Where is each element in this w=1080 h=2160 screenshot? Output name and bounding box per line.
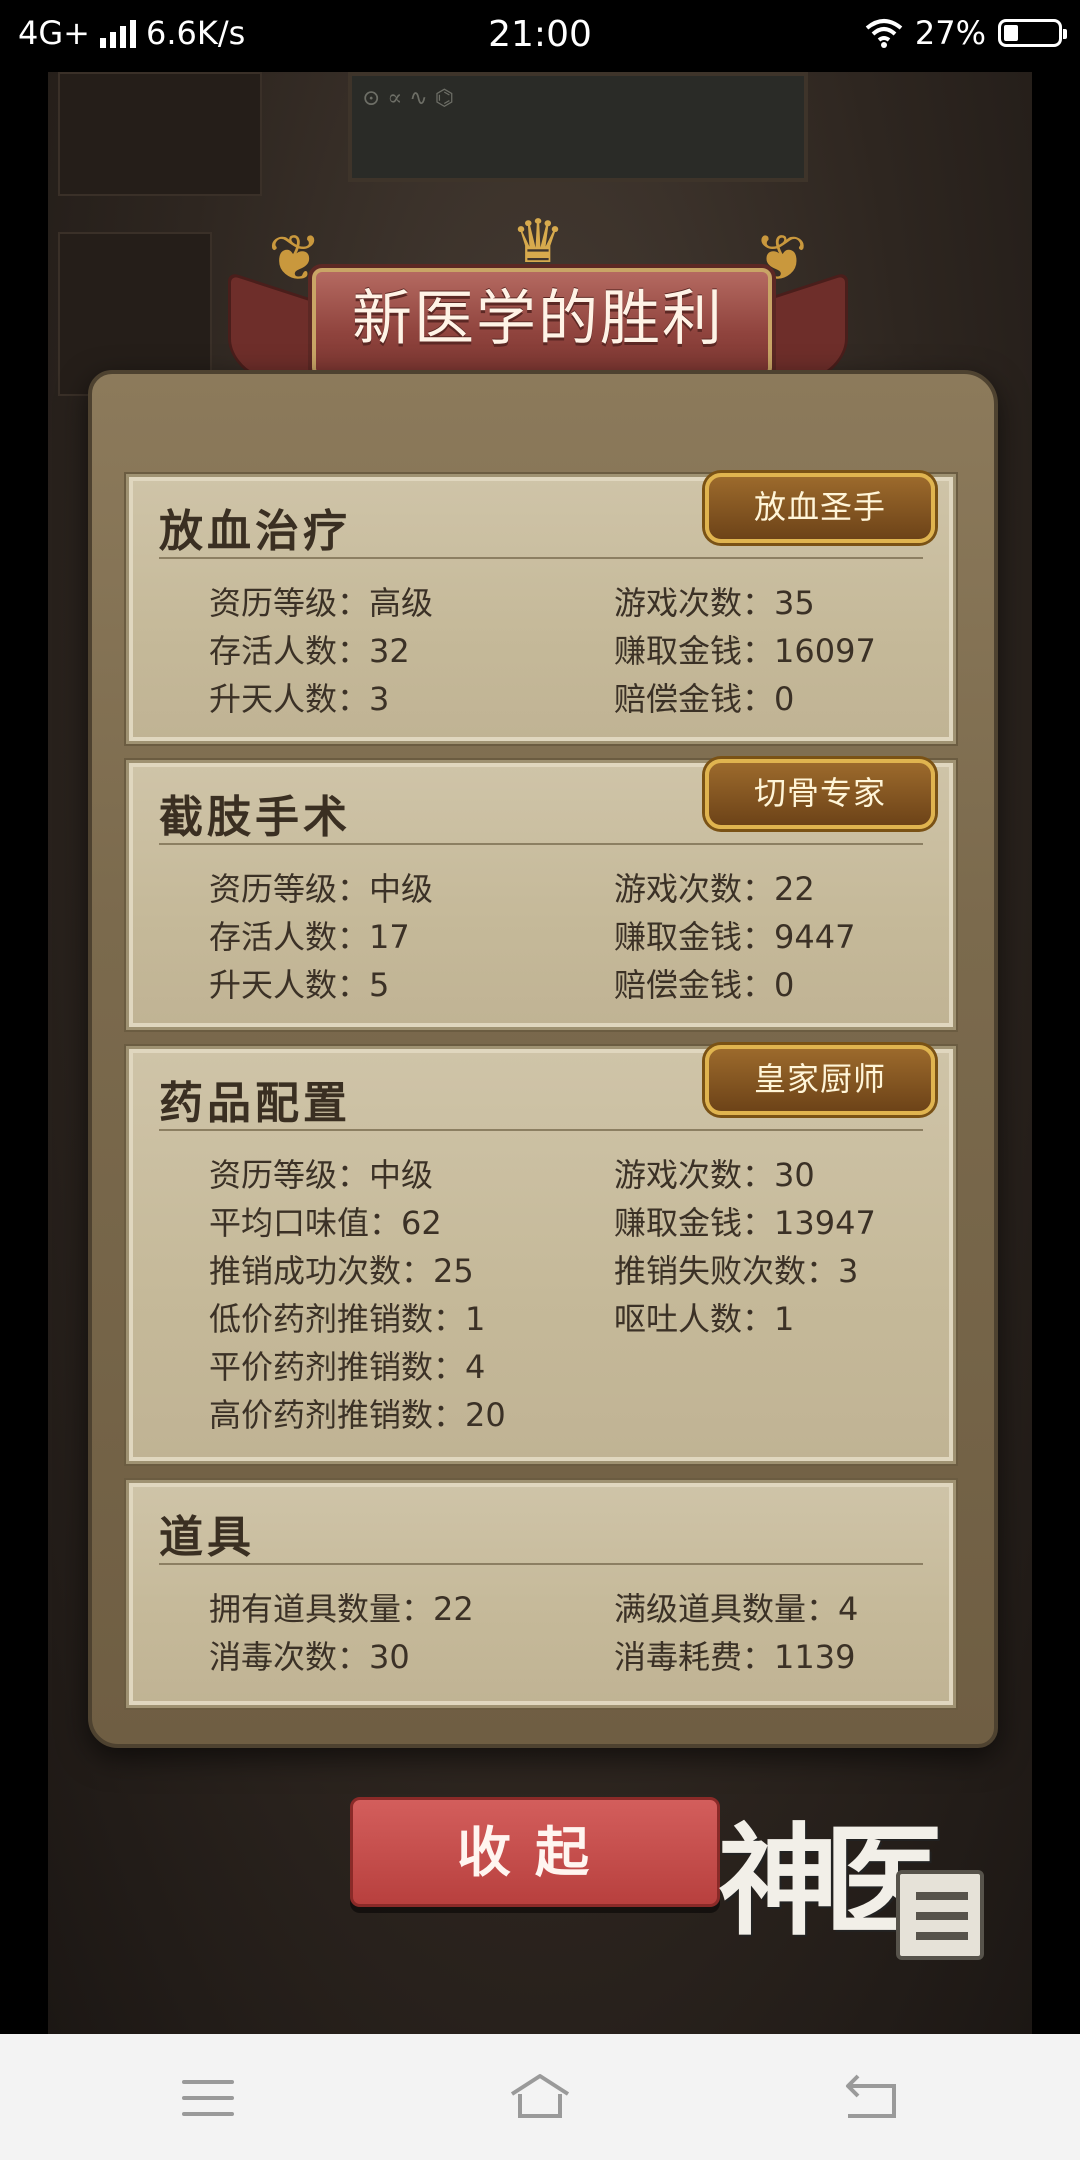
title-badge: 皇家厨师 (705, 1045, 935, 1115)
stat-vomit: 呕吐人数：1 (614, 1300, 795, 1338)
stat-survivors: 存活人数：32 (209, 632, 410, 670)
stat-games: 游戏次数：35 (614, 584, 815, 622)
section-heading: 放血治疗 (159, 506, 351, 557)
battery-icon (998, 19, 1067, 47)
collapse-button[interactable]: 收起 (350, 1797, 720, 1907)
stat-compensation: 赔偿金钱：0 (614, 966, 795, 1004)
section-amputation: 截肢手术 切骨专家 资历等级：中级 游戏次数：22 存活人数：17 赚取金钱：944… (126, 759, 956, 1030)
stat-low-price-sales: 低价药剂推销数：1 (209, 1300, 486, 1338)
divider (159, 1129, 923, 1131)
stats-grid: 资历等级：中级 游戏次数：30 平均口味值：62 赚取金钱：13947 推销成功次数… (209, 1149, 929, 1437)
stat-sales-fail: 推销失败次数：3 (614, 1252, 859, 1290)
back-icon (846, 2074, 896, 2118)
stat-mid-price-sales: 平价药剂推销数：4 (209, 1348, 486, 1386)
chalkboard-decoration: ⊙ ∝ ∿ ⌬ (348, 72, 808, 182)
recent-apps-button[interactable] (170, 2064, 250, 2130)
stat-games: 游戏次数：30 (614, 1156, 815, 1194)
stats-grid: 拥有道具数量：22 满级道具数量：4 消毒次数：30 消毒耗费：1139 (209, 1583, 929, 1679)
stat-compensation: 赔偿金钱：0 (614, 680, 795, 718)
stat-money-earned: 赚取金钱：9447 (614, 918, 856, 956)
stat-survivors: 存活人数：17 (209, 918, 410, 956)
stat-sales-success: 推销成功次数：25 (209, 1252, 474, 1290)
section-heading: 截肢手术 (159, 792, 351, 843)
stat-rank: 资历等级：中级 (209, 870, 434, 908)
status-bar: 4G+ 6.6K/s 21:00 27% (0, 0, 1080, 72)
stat-taste: 平均口味值：62 (209, 1204, 442, 1242)
title-badge: 放血圣手 (705, 473, 935, 543)
wifi-icon (865, 19, 903, 48)
section-bloodletting: 放血治疗 放血圣手 资历等级：高级 游戏次数：35 存活人数：32 赚取金钱：160… (126, 473, 956, 744)
status-right: 27% (865, 14, 1067, 52)
stat-items-owned: 拥有道具数量：22 (209, 1590, 474, 1628)
stat-high-price-sales: 高价药剂推销数：20 (209, 1396, 506, 1434)
stat-deaths: 升天人数：5 (209, 966, 390, 1004)
title-badge: 切骨专家 (705, 759, 935, 829)
stat-items-maxed: 满级道具数量：4 (614, 1590, 859, 1628)
section-items: 道具 拥有道具数量：22 满级道具数量：4 消毒次数：30 消毒耗费：1139 (126, 1480, 956, 1708)
stats-grid: 资历等级：中级 游戏次数：22 存活人数：17 赚取金钱：9447 升天人数：5 赔偿… (209, 863, 929, 1007)
stat-disinfect-count: 消毒次数：30 (209, 1638, 410, 1676)
divider (159, 843, 923, 845)
section-heading: 道具 (159, 1512, 255, 1563)
game-screen: ⊙ ∝ ∿ ⌬ ❦ ❦ ♛ 新医学的胜利 放血治疗 放血圣手 资历等级：高级 游戏… (48, 72, 1032, 2034)
stat-games: 游戏次数：22 (614, 870, 815, 908)
home-button[interactable] (500, 2064, 580, 2130)
back-button[interactable] (830, 2064, 910, 2130)
home-icon (510, 2074, 570, 2118)
stat-rank: 资历等级：中级 (209, 1156, 434, 1194)
bookshelf-decoration (58, 72, 262, 196)
page-title: 新医学的胜利 (352, 284, 724, 354)
stats-grid: 资历等级：高级 游戏次数：35 存活人数：32 赚取金钱：16097 升天人数：3 赔… (209, 577, 929, 721)
battery-percent: 27% (914, 14, 986, 52)
system-nav-bar (0, 2034, 1080, 2160)
menu-list-button[interactable] (896, 1870, 984, 1960)
divider (159, 557, 923, 559)
section-medicine: 药品配置 皇家厨师 资历等级：中级 游戏次数：30 平均口味值：62 赚取金钱：13… (126, 1045, 956, 1464)
stat-rank: 资历等级：高级 (209, 584, 434, 622)
divider (159, 1563, 923, 1565)
stat-money-earned: 赚取金钱：13947 (614, 1204, 876, 1242)
stat-money-earned: 赚取金钱：16097 (614, 632, 876, 670)
stat-deaths: 升天人数：3 (209, 680, 390, 718)
stat-disinfect-cost: 消毒耗费：1139 (614, 1638, 856, 1676)
crown-icon: ♛ (511, 207, 565, 277)
section-heading: 药品配置 (159, 1078, 351, 1129)
